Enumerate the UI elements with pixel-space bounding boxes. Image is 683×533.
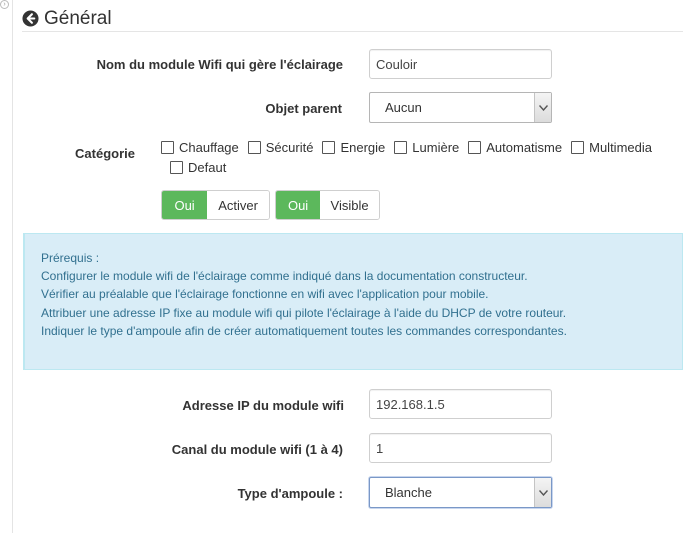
category-chauffage[interactable]: Chauffage <box>161 139 239 155</box>
checkbox[interactable] <box>322 140 336 154</box>
activate-toggle[interactable]: Oui Activer <box>161 190 270 220</box>
category-multimedia[interactable]: Multimedia <box>571 139 652 155</box>
category-automatisme[interactable]: Automatisme <box>468 139 562 155</box>
section-legend: Général <box>22 6 683 32</box>
module-name-input[interactable] <box>369 49 552 79</box>
left-sidebar-edge: › <box>0 0 13 533</box>
sidebar-divider <box>12 0 13 533</box>
ip-address-input[interactable] <box>369 389 552 419</box>
category-defaut[interactable]: Defaut <box>170 159 226 175</box>
activate-on[interactable]: Oui <box>162 191 208 219</box>
parent-object-select[interactable]: Aucun <box>369 92 552 123</box>
checkbox[interactable] <box>394 140 408 154</box>
prerequisites-alert: Prérequis : Configurer le module wifi de… <box>23 233 683 370</box>
alert-line: Prérequis : <box>41 251 100 265</box>
checkbox[interactable] <box>571 140 585 154</box>
category-energie[interactable]: Energie <box>322 139 385 155</box>
bulb-type-value: Blanche <box>385 485 432 500</box>
parent-object-value: Aucun <box>385 100 422 115</box>
ip-address-label: Adresse IP du module wifi <box>182 398 344 413</box>
alert-line: Vérifier au préalable que l'éclairage fo… <box>41 287 489 302</box>
activate-label[interactable]: Activer <box>207 191 269 219</box>
module-name-label: Nom du module Wifi qui gère l'éclairage <box>96 57 343 72</box>
visible-toggle[interactable]: Oui Visible <box>275 190 380 220</box>
chevron-down-icon[interactable] <box>534 478 551 507</box>
collapse-icon[interactable]: › <box>0 0 9 9</box>
channel-input[interactable] <box>369 433 552 463</box>
chevron-down-icon[interactable] <box>534 93 551 122</box>
bulb-type-select[interactable]: Blanche <box>369 477 552 508</box>
checkbox[interactable] <box>247 140 261 154</box>
alert-line: Indiquer le type d'ampoule afin de créer… <box>41 323 567 338</box>
checkbox[interactable] <box>161 140 174 154</box>
category-label: Catégorie <box>75 146 135 161</box>
circle-arrow-left-icon[interactable] <box>22 10 39 27</box>
bulb-type-label: Type d'ampoule : <box>237 486 343 501</box>
alert-line: Attribuer une adresse IP fixe au module … <box>41 305 567 320</box>
visible-label[interactable]: Visible <box>320 191 379 219</box>
section-title: Général <box>44 7 112 29</box>
checkbox[interactable] <box>468 140 482 154</box>
category-lumiere[interactable]: Lumière <box>394 139 459 155</box>
parent-object-label: Objet parent <box>265 101 342 116</box>
category-checkbox-group: Chauffage Sécurité Energie Lumière Automatis… <box>161 139 666 179</box>
alert-line: Configurer le module wifi de l'éclairage… <box>41 269 528 284</box>
visible-on[interactable]: Oui <box>276 191 321 219</box>
checkbox[interactable] <box>170 160 183 174</box>
channel-label: Canal du module wifi (1 à 4) <box>171 442 343 457</box>
category-securite[interactable]: Sécurité <box>247 139 313 155</box>
